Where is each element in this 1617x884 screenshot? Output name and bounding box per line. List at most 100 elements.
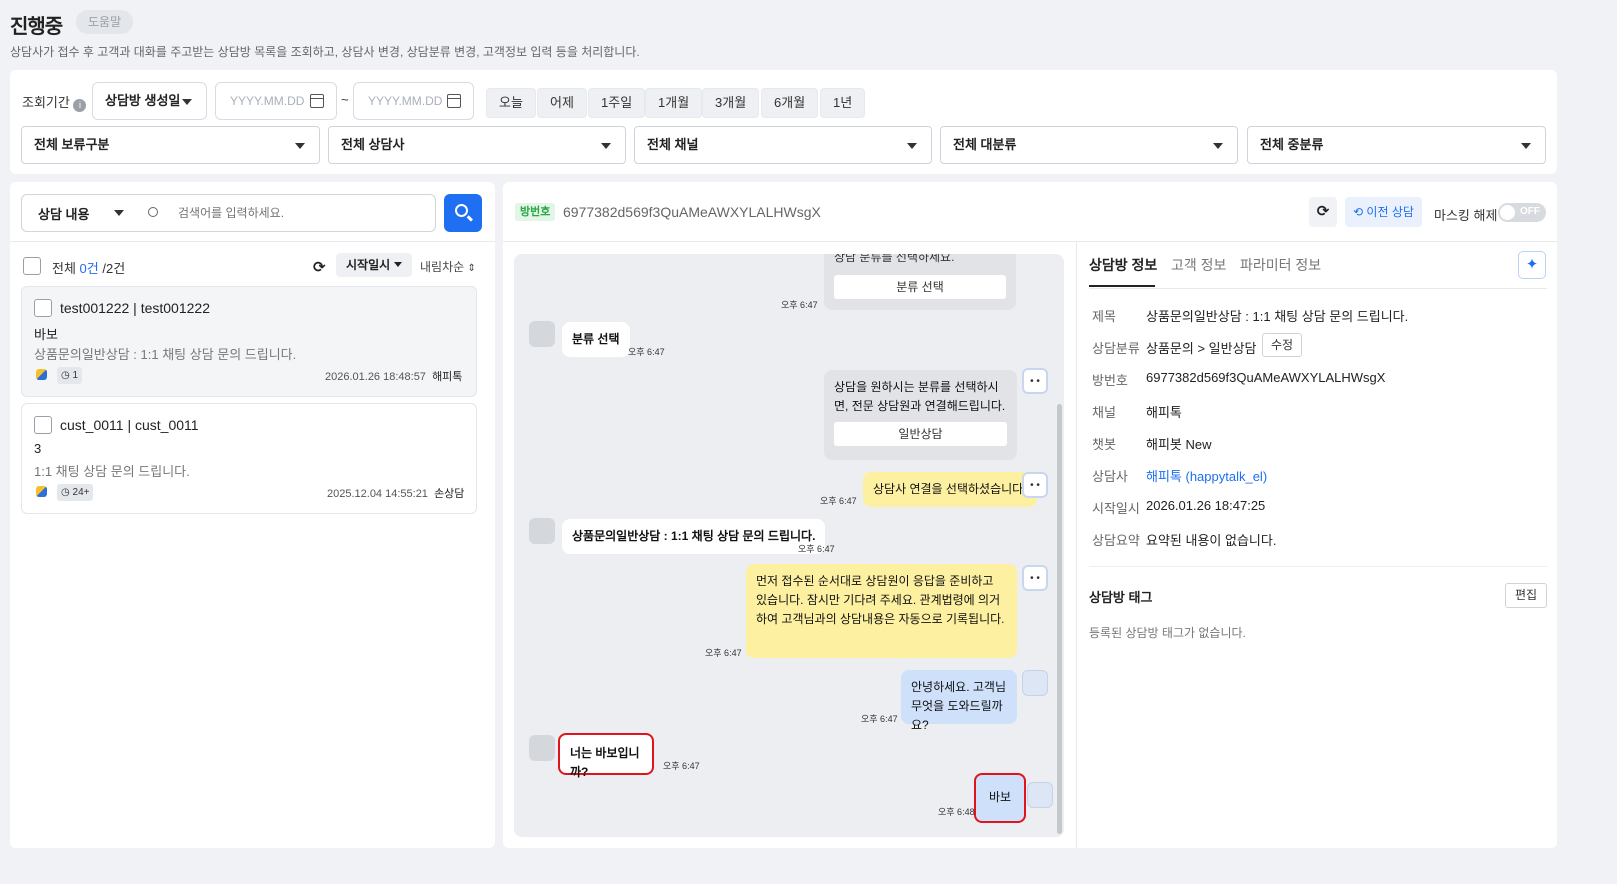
category-edit-button[interactable]: 수정 bbox=[1262, 333, 1303, 357]
message-time: 오후 6:47 bbox=[861, 714, 898, 724]
item-last-message: 3 bbox=[34, 441, 42, 456]
start-time-value: 2026.01.26 18:47:25 bbox=[1146, 498, 1266, 513]
subject-value: 상품문의일반상담 : 1:1 채팅 상담 문의 드립니다. bbox=[1146, 309, 1409, 324]
start-date-input[interactable]: YYYY.MM.DD bbox=[215, 82, 337, 120]
tag-title: 상담방 태그 bbox=[1089, 590, 1153, 605]
chevron-down-icon bbox=[907, 143, 917, 149]
tab-customer-info[interactable]: 고객 정보 bbox=[1171, 255, 1226, 275]
channel-icon bbox=[36, 486, 47, 497]
masking-label: 마스킹 해제 bbox=[1434, 208, 1498, 223]
quick-1month[interactable]: 1개월 bbox=[645, 88, 703, 118]
bot-message: 상담을 원하시는 분류를 선택하시면, 전문 상담원과 연결해드립니다. 일반상… bbox=[824, 370, 1017, 460]
agent-avatar bbox=[1022, 670, 1048, 696]
date-type-select[interactable]: 상담방 생성일 bbox=[92, 82, 207, 120]
item-category: 1:1 채팅 상담 문의 드립니다. bbox=[34, 464, 190, 479]
room-id: 6977382d569f3QuAMeAWXYLALHWsgX bbox=[563, 204, 821, 220]
wait-time-badge: ◷ 1 bbox=[57, 367, 83, 384]
search-icon-handle bbox=[466, 215, 474, 222]
page-description: 상담사가 접수 후 고객과 대화를 주고받는 상담방 목록을 조회하고, 상담사… bbox=[10, 45, 640, 59]
info-icon: i bbox=[73, 99, 87, 112]
search-input[interactable] bbox=[178, 200, 428, 226]
agent-link[interactable]: 해피톡 (happytalk_el) bbox=[1146, 466, 1267, 485]
calendar-icon[interactable] bbox=[447, 94, 461, 108]
subject-label: 제목 bbox=[1092, 309, 1116, 324]
calendar-icon[interactable] bbox=[310, 94, 324, 108]
hold-type-select[interactable]: 전체 보류구분 bbox=[21, 126, 320, 164]
message-time: 오후 6:47 bbox=[820, 496, 857, 506]
chevron-down-icon bbox=[1213, 143, 1223, 149]
masking-toggle[interactable]: OFF bbox=[1498, 203, 1546, 222]
bot-message: 상담 분류를 선택하세요. 분류 선택 bbox=[824, 254, 1016, 310]
option-button[interactable]: 일반상담 bbox=[834, 422, 1007, 446]
message-time: 오후 6:47 bbox=[798, 544, 835, 554]
quick-6month[interactable]: 6개월 bbox=[761, 88, 819, 118]
search-icon bbox=[455, 204, 468, 217]
refresh-button[interactable]: ⟳ bbox=[1309, 197, 1337, 227]
chat-scrollbar[interactable] bbox=[1057, 404, 1062, 834]
quick-1year[interactable]: 1년 bbox=[820, 88, 866, 118]
bot-message: 먼저 접수된 순서대로 상담원이 응답을 준비하고 있습니다. 잠시만 기다려 … bbox=[746, 564, 1017, 658]
period-label: 조회기간 i bbox=[22, 92, 87, 112]
customer-avatar bbox=[529, 518, 555, 544]
tab-underline bbox=[1089, 285, 1155, 287]
quick-1week[interactable]: 1주일 bbox=[588, 88, 646, 118]
chevron-down-icon bbox=[114, 210, 124, 216]
sort-field-select[interactable]: 시작일시 bbox=[336, 253, 412, 277]
agent-label: 상담사 bbox=[1092, 469, 1128, 484]
ai-sparkle-button[interactable]: ✦ bbox=[1518, 251, 1546, 279]
agent-select[interactable]: 전체 상담사 bbox=[328, 126, 626, 164]
chevron-down-icon bbox=[182, 99, 192, 105]
tab-parameter-info[interactable]: 파라미터 정보 bbox=[1240, 255, 1321, 275]
item-title: cust_0011 | cust_0011 bbox=[60, 417, 199, 433]
message-time: 오후 6:48 bbox=[938, 807, 975, 817]
chatbot-label: 챗봇 bbox=[1092, 437, 1116, 452]
chevron-down-icon bbox=[1521, 143, 1531, 149]
room-number-badge: 방번호 bbox=[515, 203, 556, 221]
option-button[interactable]: 분류 선택 bbox=[834, 275, 1006, 299]
chevron-down-icon bbox=[601, 143, 611, 149]
tag-empty-text: 등록된 상담방 태그가 없습니다. bbox=[1089, 626, 1246, 640]
chat-area: 상담 분류를 선택하세요. 분류 선택 오후 6:47 분류 선택 오후 6:4… bbox=[514, 254, 1064, 837]
info-tab-divider bbox=[1089, 288, 1547, 289]
select-all-checkbox[interactable] bbox=[23, 257, 41, 275]
end-date-input[interactable]: YYYY.MM.DD bbox=[353, 82, 474, 120]
date-separator: ~ bbox=[341, 92, 349, 107]
previous-consult-button[interactable]: ⟲ 이전 상담 bbox=[1345, 197, 1422, 227]
item-date: 2025.12.04 14:55:21 손상담 bbox=[327, 488, 465, 500]
toggle-knob bbox=[1500, 205, 1515, 220]
message-time: 오후 6:47 bbox=[781, 300, 818, 310]
agent-avatar bbox=[1027, 782, 1053, 808]
room-list-panel bbox=[10, 182, 495, 848]
room-number-value: 6977382d569f3QuAMeAWXYLALHWsgX bbox=[1146, 370, 1386, 385]
tab-room-info[interactable]: 상담방 정보 bbox=[1089, 255, 1157, 275]
sort-order-toggle[interactable]: 내림차순 ⇕ bbox=[420, 258, 476, 275]
bot-avatar: • • bbox=[1022, 368, 1048, 394]
customer-message: 너는 바보입니까? bbox=[558, 733, 654, 779]
help-button[interactable]: 도움말 bbox=[76, 10, 134, 34]
search-button[interactable] bbox=[444, 194, 482, 232]
middle-category-select[interactable]: 전체 중분류 bbox=[1247, 126, 1546, 164]
quick-3month[interactable]: 3개월 bbox=[702, 88, 760, 118]
major-category-select[interactable]: 전체 대분류 bbox=[940, 126, 1238, 164]
chevron-down-icon bbox=[393, 262, 402, 267]
quick-today[interactable]: 오늘 bbox=[486, 88, 536, 118]
item-checkbox[interactable] bbox=[34, 299, 52, 317]
room-number-label: 방번호 bbox=[1092, 373, 1128, 388]
message-time: 오후 6:47 bbox=[628, 347, 665, 357]
agent-message: 바보 bbox=[974, 773, 1026, 823]
bot-avatar: • • bbox=[1022, 565, 1048, 591]
item-checkbox[interactable] bbox=[34, 416, 52, 434]
message-time: 오후 6:47 bbox=[663, 761, 700, 771]
tag-edit-button[interactable]: 편집 bbox=[1505, 583, 1548, 608]
customer-message: 분류 선택 bbox=[562, 322, 630, 357]
channel-icon bbox=[36, 369, 47, 380]
message-time: 오후 6:47 bbox=[705, 648, 742, 658]
refresh-icon[interactable]: ⟳ bbox=[313, 258, 326, 276]
search-icon bbox=[148, 207, 158, 217]
channel-select[interactable]: 전체 채널 bbox=[634, 126, 932, 164]
item-last-message: 바보 bbox=[34, 327, 58, 342]
search-type-select[interactable]: 상담 내용 bbox=[38, 204, 89, 223]
item-title: test001222 | test001222 bbox=[60, 300, 210, 316]
quick-yesterday[interactable]: 어제 bbox=[537, 88, 587, 118]
summary-value: 요약된 내용이 없습니다. bbox=[1146, 533, 1277, 548]
